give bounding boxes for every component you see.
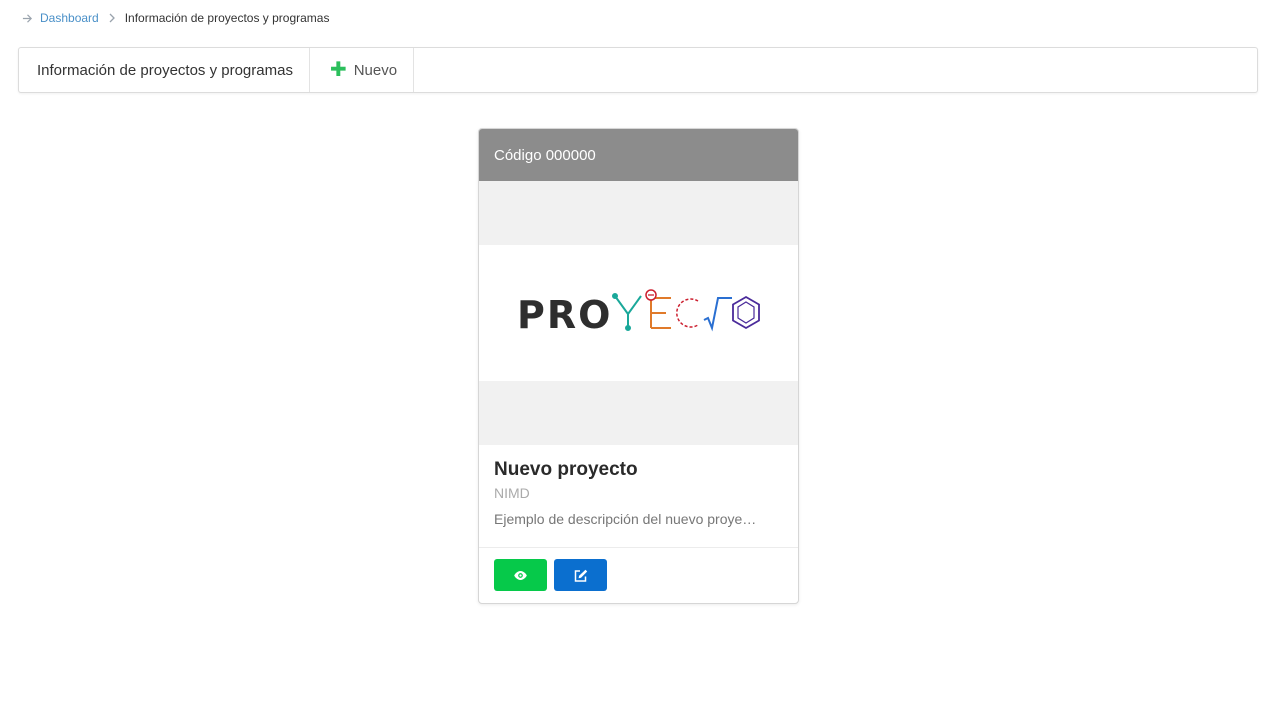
- chevron-right-icon: [108, 13, 116, 23]
- project-image: PRO: [479, 181, 798, 445]
- breadcrumb-current: Información de proyectos y programas: [124, 11, 330, 25]
- project-card: Código 000000 PRO Nuevo proyecto NIMD Ej…: [478, 128, 799, 604]
- breadcrumb-dashboard-link[interactable]: Dashboard: [40, 11, 99, 25]
- edit-button[interactable]: [554, 559, 607, 591]
- project-organization: NIMD: [494, 485, 530, 501]
- new-button[interactable]: ✚ Nuevo: [310, 48, 415, 92]
- page-title: Información de proyectos y programas: [19, 48, 310, 92]
- card-actions: [479, 547, 798, 603]
- arrow-right-icon: [22, 12, 34, 24]
- new-button-label: Nuevo: [353, 61, 398, 79]
- svg-text:PRO: PRO: [517, 293, 612, 337]
- view-button[interactable]: [494, 559, 547, 591]
- breadcrumb: Dashboard Información de proyectos y pro…: [22, 10, 329, 26]
- project-code: Código 000000: [479, 129, 798, 181]
- page-toolbar: Información de proyectos y programas ✚ N…: [18, 47, 1258, 93]
- project-name: Nuevo proyecto: [494, 459, 638, 480]
- plus-icon: ✚: [329, 59, 347, 81]
- project-description: Ejemplo de descripción del nuevo proye…: [494, 511, 757, 527]
- edit-icon: [574, 569, 587, 582]
- eye-icon: [514, 570, 527, 580]
- proyecto-logo: PRO: [517, 289, 760, 337]
